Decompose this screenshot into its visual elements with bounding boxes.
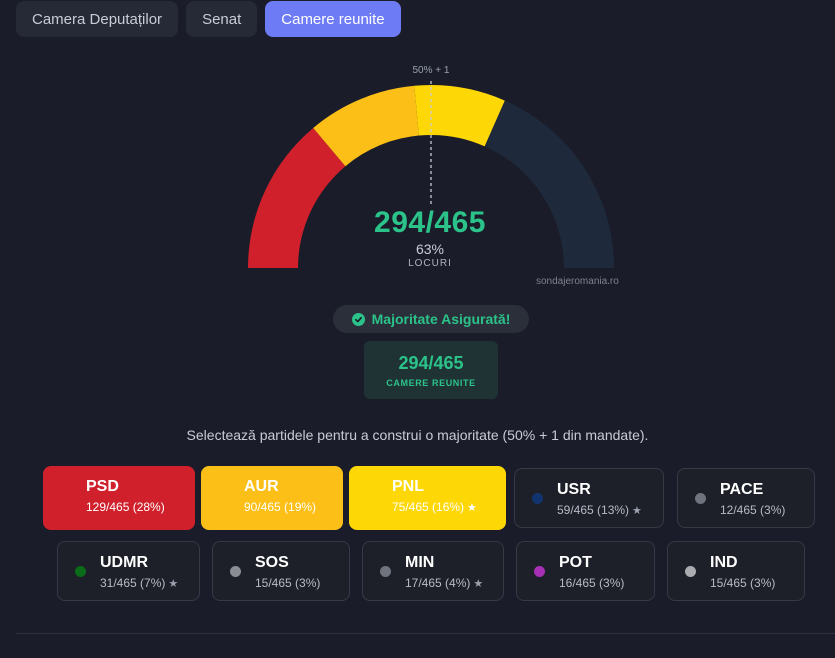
coalition-chamber-label: CAMERE REUNITE [386, 378, 476, 388]
coalition-seats: 294/465 [398, 353, 464, 373]
instruction-text: Selectează partidele pentru a construi o… [186, 427, 649, 443]
party-seats: 12/465 (3%) [720, 503, 786, 517]
party-seats: 17/465 (4%) [405, 576, 471, 590]
star-icon: ★ [632, 505, 642, 517]
party-card-psd[interactable]: PSD 129/465 (28%) [43, 466, 195, 530]
party-name: PSD [86, 478, 119, 495]
party-card-ind[interactable]: IND 15/465 (3%) [667, 541, 805, 601]
party-seats-row: 59/465 (13%) ★ [557, 503, 642, 517]
party-card-aur[interactable]: AUR 90/465 (19%) [201, 466, 343, 530]
party-name: IND [710, 554, 738, 571]
party-color-dot [380, 566, 391, 577]
party-seats-row: 15/465 (3%) [710, 576, 775, 590]
star-icon: ★ [467, 502, 477, 514]
party-seats-row: 16/465 (3%) [559, 576, 624, 590]
party-name: USR [557, 481, 591, 498]
party-seats: 90/465 (19%) [244, 500, 317, 514]
party-name: PNL [392, 478, 424, 495]
party-seats-row: 31/465 (7%) ★ [100, 576, 178, 590]
party-card-pace[interactable]: PACE 12/465 (3%) [677, 468, 815, 528]
party-card-udmr[interactable]: UDMR 31/465 (7%) ★ [57, 541, 200, 601]
party-name: AUR [244, 478, 279, 495]
party-seats-row: 15/465 (3%) [255, 576, 320, 590]
star-icon: ★ [168, 578, 179, 590]
gauge-seats-total: 294/465 [374, 206, 486, 239]
gauge-percent: 63% [415, 241, 445, 257]
party-color-dot [75, 566, 86, 577]
majority-status-badge: Majoritate Asigurată! [333, 305, 529, 333]
party-card-pnl[interactable]: PNL 75/465 (16%) ★ [349, 466, 506, 530]
party-seats: 75/465 (16%) [392, 500, 465, 514]
divider [16, 633, 835, 634]
party-card-min[interactable]: MIN 17/465 (4%) ★ [362, 541, 504, 601]
party-name: UDMR [100, 554, 148, 571]
party-seats-row: 17/465 (4%) ★ [405, 576, 483, 590]
party-card-usr[interactable]: USR 59/465 (13%) ★ [514, 468, 664, 528]
majority-status-text: Majoritate Asigurată! [371, 311, 511, 327]
party-seats-row: 129/465 (28%) [86, 500, 165, 514]
star-icon: ★ [473, 578, 484, 590]
party-color-dot [534, 566, 545, 577]
party-name: MIN [405, 554, 435, 571]
party-color-dot [230, 566, 241, 577]
party-color-dot [695, 493, 706, 504]
gauge-unit-label: LOCURI [408, 258, 452, 269]
party-seats: 15/465 (3%) [710, 576, 776, 590]
party-name: SOS [255, 554, 289, 571]
party-seats: 15/465 (3%) [255, 576, 321, 590]
party-seats: 31/465 (7%) [100, 576, 166, 590]
gauge-center: 294/465 63% LOCURI [330, 206, 530, 270]
party-color-dot [685, 566, 696, 577]
party-card-sos[interactable]: SOS 15/465 (3%) [212, 541, 350, 601]
party-seats-row: 12/465 (3%) [720, 503, 785, 517]
majority-threshold-label: 50% + 1 [412, 65, 450, 76]
watermark: sondajeromania.ro [536, 276, 619, 287]
coalition-summary: 294/465 CAMERE REUNITE [364, 341, 498, 399]
check-circle-icon [351, 312, 365, 326]
party-card-pot[interactable]: POT 16/465 (3%) [516, 541, 655, 601]
party-seats: 16/465 (3%) [559, 576, 625, 590]
party-seats-row: 75/465 (16%) ★ [392, 500, 477, 514]
party-seats: 59/465 (13%) [557, 503, 630, 517]
party-seats: 129/465 (28%) [86, 500, 165, 514]
party-name: POT [559, 554, 592, 571]
party-name: PACE [720, 481, 764, 498]
party-seats-row: 90/465 (19%) [244, 500, 316, 514]
party-color-dot [532, 493, 543, 504]
